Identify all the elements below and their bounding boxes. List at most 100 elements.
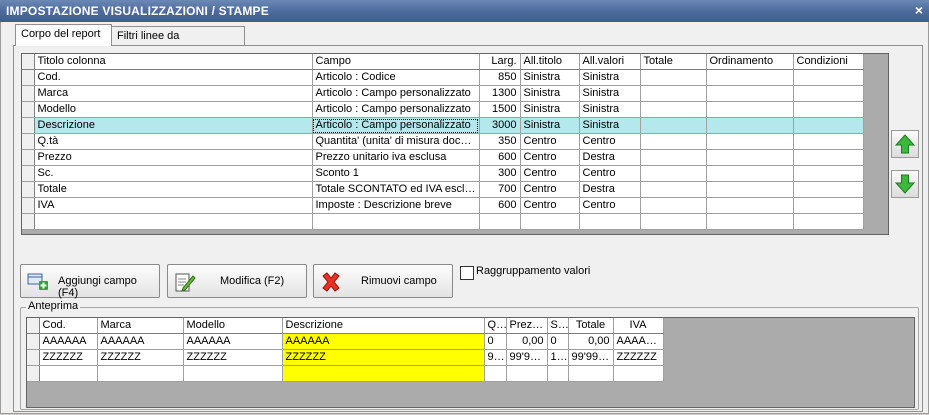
grid-cell[interactable]: Destra bbox=[579, 181, 641, 198]
grid-cell[interactable]: Sinistra bbox=[520, 85, 580, 102]
grid-cell[interactable]: Centro bbox=[579, 133, 641, 150]
grid-cell[interactable] bbox=[706, 197, 794, 214]
grid-cell[interactable]: Sinistra bbox=[520, 69, 580, 86]
grid-cell[interactable] bbox=[706, 213, 794, 230]
grid-cell[interactable]: Destra bbox=[579, 149, 641, 166]
grid-cell[interactable]: 1300 bbox=[479, 85, 521, 102]
grid-cell[interactable] bbox=[706, 117, 794, 134]
row-indicator[interactable] bbox=[22, 101, 35, 118]
columns-grid[interactable]: Titolo colonna Campo Larg. All.titolo All.va… bbox=[21, 53, 889, 235]
grid-cell[interactable] bbox=[34, 213, 313, 230]
grid-cell[interactable] bbox=[640, 197, 707, 214]
grid-cell[interactable]: 600 bbox=[479, 149, 521, 166]
grid-cell[interactable] bbox=[793, 213, 864, 230]
column-header[interactable]: Titolo colonna bbox=[34, 54, 313, 70]
grid-cell[interactable] bbox=[640, 69, 707, 86]
grid-cell[interactable]: 3000 bbox=[479, 117, 521, 134]
grid-cell[interactable] bbox=[706, 165, 794, 182]
grid-cell[interactable]: IVA bbox=[34, 197, 313, 214]
column-header[interactable]: All.titolo bbox=[520, 54, 580, 70]
grid-cell[interactable] bbox=[640, 85, 707, 102]
grid-cell[interactable]: Centro bbox=[520, 197, 580, 214]
grid-cell[interactable] bbox=[706, 69, 794, 86]
column-header[interactable]: Larg. bbox=[479, 54, 521, 70]
grid-cell[interactable]: 350 bbox=[479, 133, 521, 150]
grid-cell[interactable] bbox=[640, 133, 707, 150]
grid-cell[interactable]: Centro bbox=[520, 165, 580, 182]
table-row[interactable]: Marca Articolo : Campo personalizzato 1300… bbox=[22, 85, 864, 102]
grid-cell[interactable] bbox=[706, 101, 794, 118]
close-icon[interactable]: × bbox=[915, 2, 923, 18]
table-row[interactable]: Descrizione Articolo : Campo personalizza… bbox=[22, 117, 864, 134]
grid-cell[interactable]: Articolo : Campo personalizzato bbox=[312, 101, 480, 118]
grid-cell[interactable]: Sinistra bbox=[579, 85, 641, 102]
grid-cell[interactable]: 600 bbox=[479, 197, 521, 214]
move-up-button[interactable] bbox=[891, 130, 919, 158]
grid-cell[interactable]: Articolo : Campo personalizzato bbox=[312, 117, 480, 134]
row-indicator[interactable] bbox=[22, 117, 35, 134]
table-row[interactable]: Prezzo Prezzo unitario iva esclusa 600 Cent… bbox=[22, 149, 864, 166]
grouping-checkbox[interactable] bbox=[460, 266, 474, 280]
table-row[interactable]: Totale Totale SCONTATO ed IVA esclusa 700 C… bbox=[22, 181, 864, 198]
grid-cell[interactable]: Imposte : Descrizione breve bbox=[312, 197, 480, 214]
grid-cell[interactable]: Centro bbox=[520, 149, 580, 166]
table-row[interactable]: Q.tàQuantita' (unita' di misura document… bbox=[22, 133, 864, 150]
add-field-button[interactable]: Aggiungi campo (F4) bbox=[20, 264, 160, 299]
grid-cell[interactable]: 1500 bbox=[479, 101, 521, 118]
row-indicator[interactable] bbox=[22, 149, 35, 166]
grid-cell[interactable]: Centro bbox=[579, 197, 641, 214]
table-row[interactable]: Cod. Articolo : Codice 850 Sinistra Sinistra bbox=[22, 69, 864, 86]
column-header[interactable]: Totale bbox=[640, 54, 707, 70]
grid-cell[interactable] bbox=[479, 213, 521, 230]
edit-field-button[interactable]: Modifica (F2) bbox=[167, 264, 307, 298]
column-header[interactable]: All.valori bbox=[579, 54, 641, 70]
table-row[interactable]: IVA Imposte : Descrizione breve 600 Centro C… bbox=[22, 197, 864, 214]
row-indicator[interactable] bbox=[22, 165, 35, 182]
grid-cell[interactable] bbox=[793, 101, 864, 118]
grid-cell[interactable]: Totale SCONTATO ed IVA esclusa bbox=[312, 181, 480, 198]
row-indicator[interactable] bbox=[22, 85, 35, 102]
tab-filtri-linee[interactable]: Filtri linee da visualizzare bbox=[111, 26, 245, 60]
grid-cell[interactable] bbox=[579, 213, 641, 230]
grid-cell[interactable]: Cod. bbox=[34, 69, 313, 86]
grid-cell[interactable]: Articolo : Codice bbox=[312, 69, 480, 86]
grid-cell[interactable] bbox=[793, 181, 864, 198]
grid-cell[interactable] bbox=[793, 149, 864, 166]
grid-cell[interactable]: Sinistra bbox=[579, 117, 641, 134]
grid-cell[interactable]: Modello bbox=[34, 101, 313, 118]
move-down-button[interactable] bbox=[891, 170, 919, 198]
grid-cell[interactable]: Sinistra bbox=[520, 117, 580, 134]
grid-cell[interactable] bbox=[793, 117, 864, 134]
grid-cell[interactable] bbox=[640, 165, 707, 182]
grid-cell[interactable]: Prezzo bbox=[34, 149, 313, 166]
grid-cell[interactable] bbox=[793, 69, 864, 86]
column-header[interactable]: Ordinamento bbox=[706, 54, 794, 70]
preview-grid[interactable]: Cod.MarcaModelloDescrizioneQ.tàPrezzoSc.… bbox=[26, 317, 915, 408]
table-row[interactable]: Sc. Sconto 1 300 Centro Centro bbox=[22, 165, 864, 182]
row-indicator[interactable] bbox=[22, 213, 35, 230]
grid-cell[interactable]: Centro bbox=[520, 181, 580, 198]
grid-cell[interactable] bbox=[640, 149, 707, 166]
grid-cell[interactable]: Articolo : Campo personalizzato bbox=[312, 85, 480, 102]
grid-cell[interactable] bbox=[640, 213, 707, 230]
grid-cell[interactable]: Sconto 1 bbox=[312, 165, 480, 182]
grid-cell[interactable]: Sinistra bbox=[520, 101, 580, 118]
grid-cell[interactable]: Descrizione bbox=[34, 117, 313, 134]
grid-cell[interactable] bbox=[640, 117, 707, 134]
grid-cell[interactable] bbox=[706, 85, 794, 102]
grid-cell[interactable]: Marca bbox=[34, 85, 313, 102]
grid-cell[interactable] bbox=[520, 213, 580, 230]
grid-cell[interactable] bbox=[706, 181, 794, 198]
table-row[interactable] bbox=[22, 213, 864, 230]
grid-cell[interactable] bbox=[793, 165, 864, 182]
tab-corpo-del-report[interactable]: Corpo del report bbox=[15, 24, 112, 46]
row-indicator[interactable] bbox=[22, 181, 35, 198]
grid-cell[interactable]: 300 bbox=[479, 165, 521, 182]
grid-cell[interactable] bbox=[793, 133, 864, 150]
grid-cell[interactable]: Q.tà bbox=[34, 133, 313, 150]
grid-cell[interactable]: Centro bbox=[520, 133, 580, 150]
column-header[interactable]: Condizioni bbox=[793, 54, 864, 70]
grid-cell[interactable]: Prezzo unitario iva esclusa bbox=[312, 149, 480, 166]
grid-cell[interactable]: Sinistra bbox=[579, 69, 641, 86]
remove-field-button[interactable]: Rimuovi campo bbox=[313, 264, 453, 298]
